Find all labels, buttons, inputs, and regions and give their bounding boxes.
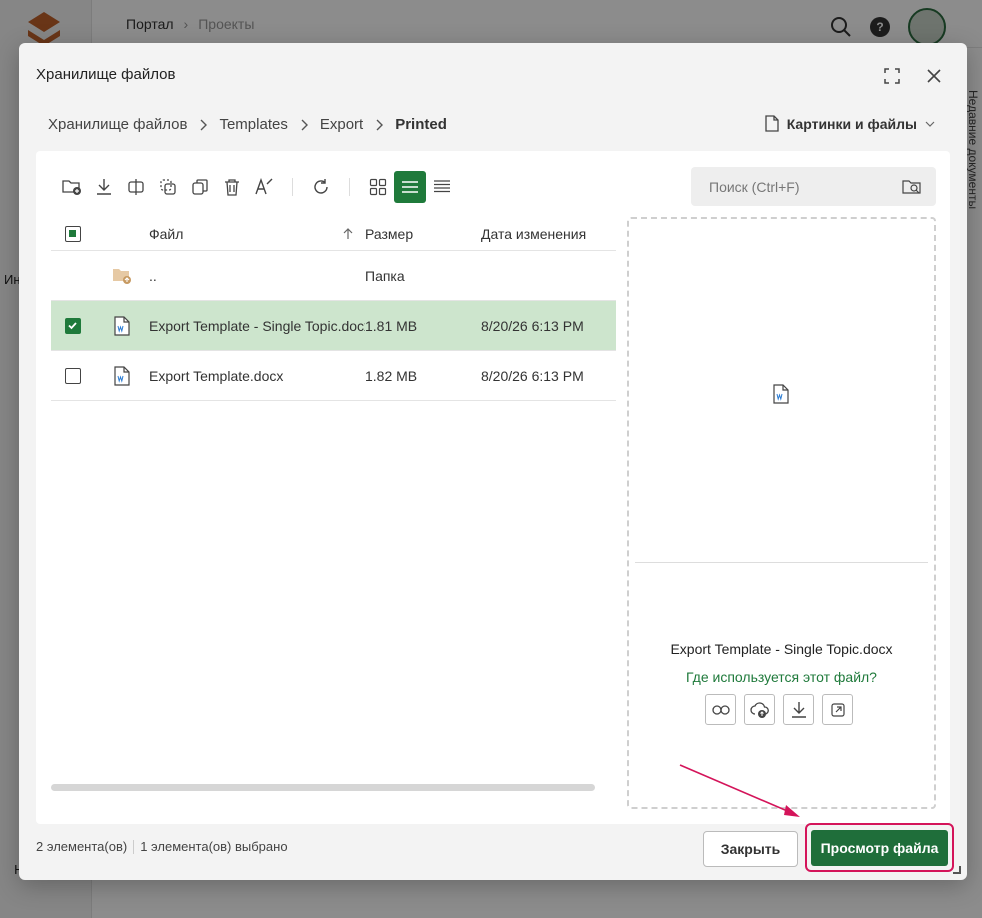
text-edit-button[interactable] xyxy=(248,171,280,203)
status-divider xyxy=(133,839,135,854)
column-header-file[interactable]: Файл xyxy=(149,226,365,242)
folder-up-icon xyxy=(113,268,131,284)
breadcrumb-printed: Printed xyxy=(395,116,447,133)
refresh-icon xyxy=(314,179,328,194)
open-external-button[interactable] xyxy=(822,694,853,725)
copy-link-button[interactable] xyxy=(705,694,736,725)
file-name: Export Template.docx xyxy=(149,367,284,384)
chevron-right-icon xyxy=(199,119,208,131)
copy-icon xyxy=(192,179,208,195)
breadcrumb-templates[interactable]: Templates xyxy=(219,116,287,133)
table-row[interactable]: Export Template.docx 1.82 MB 8/20/26 6:1… xyxy=(51,351,616,401)
download-button[interactable] xyxy=(88,171,120,203)
status-bar: 2 элемента(ов) 1 элемента(ов) выбрано xyxy=(36,839,288,854)
file-toolbar xyxy=(56,171,458,203)
compact-view-button[interactable] xyxy=(426,171,458,203)
selected-count: 1 элемента(ов) выбрано xyxy=(140,839,288,854)
maximize-button[interactable] xyxy=(881,65,903,87)
sort-ascending-icon xyxy=(343,227,353,239)
folder-search-icon[interactable] xyxy=(902,178,922,196)
upload-cloud-button[interactable] xyxy=(744,694,775,725)
grid-view-button[interactable] xyxy=(362,171,394,203)
text-icon xyxy=(255,178,273,195)
folder-breadcrumb: Хранилище файлов Templates Export Printe… xyxy=(48,116,447,133)
trash-icon xyxy=(225,179,239,196)
select-all-checkbox[interactable] xyxy=(65,225,81,242)
preview-actions xyxy=(705,694,853,725)
word-document-icon xyxy=(773,384,789,404)
delete-button[interactable] xyxy=(216,171,248,203)
table-row[interactable]: Export Template - Single Topic.docx 1.81… xyxy=(51,301,616,351)
row-checkbox[interactable] xyxy=(65,317,81,334)
item-count: 2 элемента(ов) xyxy=(36,839,128,854)
chevron-right-icon xyxy=(375,119,384,131)
document-icon xyxy=(765,115,779,132)
chevron-down-icon xyxy=(925,121,935,127)
file-name: Export Template - Single Topic.docx xyxy=(149,317,365,334)
close-icon xyxy=(927,69,941,83)
list-icon xyxy=(402,181,418,193)
download-icon xyxy=(97,179,111,195)
download-icon xyxy=(791,701,806,718)
rename-button[interactable] xyxy=(120,171,152,203)
table-row[interactable]: .. Папка xyxy=(51,251,616,301)
list-view-button[interactable] xyxy=(394,171,426,203)
file-browser-panel: Файл Размер Дата изменения .. Папка xyxy=(36,151,950,824)
file-usage-link[interactable]: Где используется этот файл? xyxy=(629,669,934,685)
close-dialog-button[interactable] xyxy=(923,65,945,87)
resize-handle[interactable] xyxy=(953,866,961,874)
column-header-date[interactable]: Дата изменения xyxy=(481,226,616,242)
file-size: 1.81 MB xyxy=(365,317,418,334)
move-button[interactable] xyxy=(152,171,184,203)
toolbar-divider xyxy=(292,178,293,196)
checkmark-icon xyxy=(68,321,77,329)
file-preview: Export Template - Single Topic.docx Где … xyxy=(627,217,936,809)
file-date: 8/20/26 6:13 PM xyxy=(481,317,584,334)
highlight-box: Просмотр файла xyxy=(805,823,954,872)
row-checkbox[interactable] xyxy=(65,367,81,384)
search-field[interactable] xyxy=(691,167,936,206)
rename-icon xyxy=(128,179,144,195)
download-file-button[interactable] xyxy=(783,694,814,725)
link-icon xyxy=(711,704,730,715)
file-storage-dialog: Хранилище файлов Хранилище файлов Templa… xyxy=(19,43,967,880)
column-header-size[interactable]: Размер xyxy=(365,226,481,242)
view-file-button[interactable]: Просмотр файла xyxy=(811,830,948,866)
word-document-icon xyxy=(114,365,130,386)
search-input[interactable] xyxy=(709,178,902,195)
file-size: 1.82 MB xyxy=(365,367,418,384)
breadcrumb-storage[interactable]: Хранилище файлов xyxy=(48,116,187,133)
horizontal-scrollbar[interactable] xyxy=(51,784,595,791)
filter-label: Картинки и файлы xyxy=(786,115,917,132)
folder-add-icon xyxy=(62,180,81,195)
fullscreen-icon xyxy=(884,68,900,84)
close-button[interactable]: Закрыть xyxy=(703,831,798,867)
table-header: Файл Размер Дата изменения xyxy=(51,217,616,251)
cloud-upload-icon xyxy=(749,701,769,718)
file-table: Файл Размер Дата изменения .. Папка Expo… xyxy=(51,217,616,401)
grid-icon xyxy=(369,178,387,196)
preview-file-name: Export Template - Single Topic.docx xyxy=(670,641,893,657)
file-type-filter[interactable]: Картинки и файлы xyxy=(765,115,935,132)
word-document-icon xyxy=(114,315,130,336)
dialog-title: Хранилище файлов xyxy=(36,66,176,83)
breadcrumb-export[interactable]: Export xyxy=(320,116,363,133)
file-date: 8/20/26 6:13 PM xyxy=(481,367,584,384)
preview-divider xyxy=(635,562,928,563)
new-folder-button[interactable] xyxy=(56,171,88,203)
file-size: Папка xyxy=(365,267,405,284)
move-icon xyxy=(160,179,176,195)
external-link-icon xyxy=(830,702,845,717)
chevron-right-icon xyxy=(300,119,308,131)
compact-list-icon xyxy=(434,180,450,193)
refresh-button[interactable] xyxy=(305,171,337,203)
toolbar-divider xyxy=(349,178,350,196)
copy-button[interactable] xyxy=(184,171,216,203)
file-name: .. xyxy=(149,267,157,284)
